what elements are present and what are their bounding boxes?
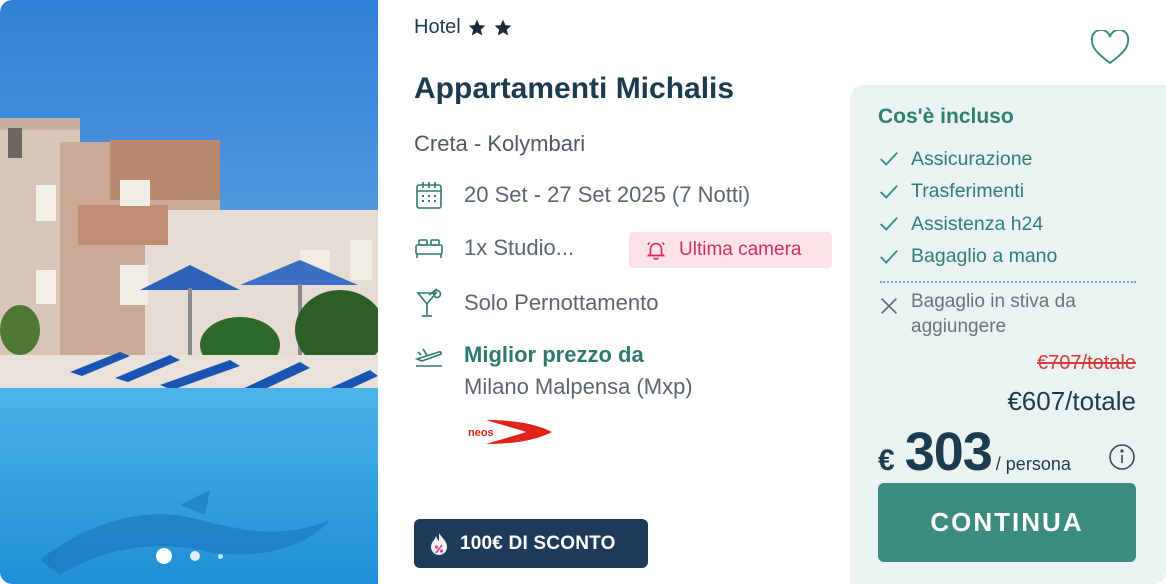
bell-icon [646, 242, 666, 260]
room-row: 1x Studio... [414, 233, 574, 263]
carousel-dots[interactable] [0, 548, 378, 564]
included-item-label: Assistenza h24 [911, 212, 1044, 235]
airline-logo-text: neos [468, 427, 494, 439]
departure-airport: Milano Malpensa (Mxp) [464, 374, 693, 399]
hotel-category: Hotel [414, 16, 513, 39]
carousel-dot[interactable] [217, 553, 223, 559]
check-icon [880, 249, 898, 264]
hotel-details: Hotel Appartamenti Michalis Creta - Koly… [378, 0, 848, 584]
cocktail-icon [414, 288, 444, 318]
included-item: Bagaglio a mano [878, 241, 1057, 274]
bed-icon [414, 233, 444, 263]
board-type: Solo Pernottamento [464, 290, 659, 315]
included-title: Cos'è incluso [878, 105, 1014, 128]
discount-badge: 100€ DI SCONTO [414, 519, 648, 568]
discount-label: 100€ DI SCONTO [460, 532, 616, 554]
divider [880, 281, 1136, 283]
included-item-label: Assicurazione [911, 147, 1033, 170]
old-total-price: €707/totale [1037, 352, 1136, 374]
total-price: €607/totale [1007, 386, 1136, 416]
cross-icon [881, 298, 897, 314]
carousel-dot-active[interactable] [155, 548, 172, 564]
calendar-icon [414, 180, 444, 210]
excluded-item-label: Bagaglio in stiva da aggiungere [911, 291, 1076, 337]
discount-tag-icon [431, 532, 447, 555]
travel-dates: 20 Set - 27 Set 2025 (7 Notti) [464, 182, 751, 207]
check-icon [880, 217, 898, 232]
best-price-label: Miglior prezzo da [464, 342, 644, 367]
heart-icon [1090, 28, 1130, 65]
airline-logo: neos [466, 418, 552, 451]
dates-row: 20 Set - 27 Set 2025 (7 Notti) [414, 180, 750, 210]
room-type[interactable]: 1x Studio... [464, 235, 574, 261]
carousel-dot[interactable] [189, 551, 200, 561]
per-person-label: / persona [995, 454, 1071, 474]
included-item: Assicurazione [878, 143, 1057, 176]
check-icon [880, 152, 898, 167]
board-row: Solo Pernottamento [414, 288, 658, 318]
included-item: Assistenza h24 [878, 208, 1057, 241]
flight-row: Miglior prezzo da Milano Malpensa (Mxp) [414, 342, 693, 400]
hotel-category-label: Hotel [414, 16, 461, 38]
last-room-badge: Ultima camera [629, 232, 832, 268]
included-item-label: Bagaglio a mano [911, 245, 1058, 268]
price-info-button[interactable] [1108, 443, 1136, 471]
hotel-location: Creta - Kolymbari [414, 131, 586, 156]
per-person-price: € 303 / persona [878, 421, 1071, 483]
included-list: Assicurazione Trasferimenti Assistenza h… [878, 143, 1057, 273]
star-icon [468, 19, 486, 35]
check-icon [880, 184, 898, 199]
hotel-photo-carousel[interactable] [0, 0, 378, 584]
hotel-photo [0, 0, 378, 584]
per-person-amount: 303 [904, 422, 993, 482]
currency-symbol: € [878, 444, 895, 477]
star-icon [494, 19, 512, 35]
last-room-label: Ultima camera [679, 239, 802, 260]
pricing-panel: Cos'è incluso Assicurazione Trasferiment… [850, 85, 1166, 584]
excluded-item: Bagaglio in stiva da aggiungere [878, 289, 1121, 339]
hotel-offer-card: Hotel Appartamenti Michalis Creta - Koly… [0, 0, 1166, 584]
info-icon [1109, 444, 1135, 470]
continue-button[interactable]: CONTINUA [878, 483, 1136, 562]
plane-icon [414, 342, 444, 372]
included-item: Trasferimenti [878, 176, 1057, 209]
hotel-name[interactable]: Appartamenti Michalis [414, 72, 734, 106]
included-item-label: Trasferimenti [911, 180, 1025, 203]
favorite-button[interactable] [1090, 28, 1130, 66]
